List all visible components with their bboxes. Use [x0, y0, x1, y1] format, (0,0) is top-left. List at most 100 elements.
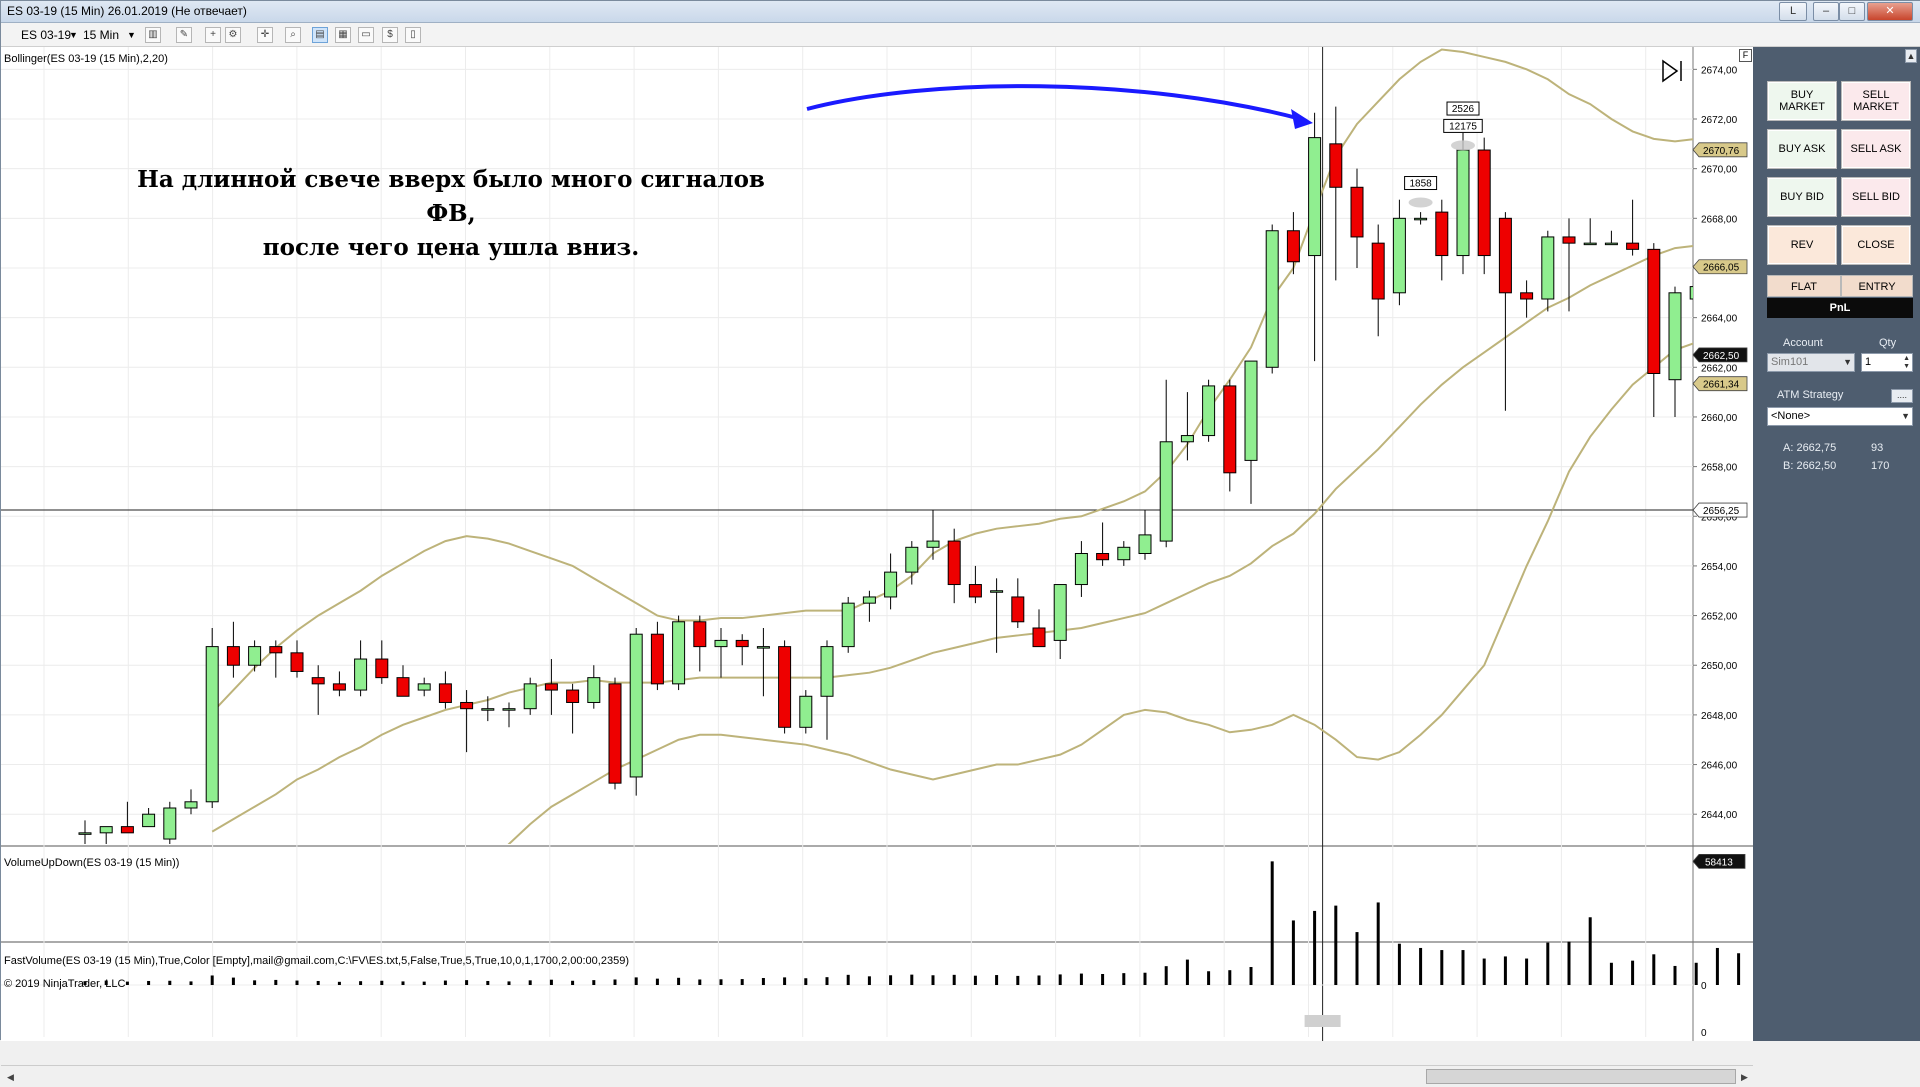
- template-icon[interactable]: ▯: [405, 27, 421, 43]
- fv-label-text: 2526: [1452, 104, 1475, 115]
- draw-tool-icon[interactable]: ✎: [176, 27, 192, 43]
- chevron-down-icon: ▼: [69, 30, 78, 40]
- volume-bar: [1164, 966, 1168, 985]
- candle-down: [1329, 143, 1343, 188]
- sell-market-button[interactable]: SELL MARKET: [1841, 81, 1911, 121]
- volume-bar: [1016, 975, 1020, 985]
- volume-bar: [783, 977, 787, 985]
- strategy-icon[interactable]: ⚙: [225, 27, 241, 43]
- candle-down: [226, 646, 240, 666]
- volume-bar: [825, 977, 829, 985]
- horizontal-scrollbar[interactable]: ◀ ▶: [1, 1065, 1753, 1087]
- maximize-button[interactable]: □: [1839, 2, 1865, 21]
- data-box-icon[interactable]: ▦: [335, 27, 351, 43]
- price-tick-label: 2672,00: [1701, 115, 1738, 126]
- volume-bar: [1079, 973, 1083, 985]
- volume-bar: [147, 980, 151, 985]
- close-position-button[interactable]: CLOSE: [1841, 225, 1911, 265]
- price-tick-label: 2646,00: [1701, 761, 1738, 772]
- crosshair-icon[interactable]: ✛: [257, 27, 273, 43]
- link-button[interactable]: L: [1779, 2, 1807, 21]
- add-indicator-icon[interactable]: +: [205, 27, 221, 43]
- scroll-right-icon[interactable]: ▶: [1741, 1072, 1748, 1083]
- volume-bar: [698, 979, 702, 985]
- fv-signal-marker: [1451, 140, 1475, 151]
- volume-bar: [910, 974, 914, 985]
- volume-bar: [1609, 962, 1613, 985]
- buy-bid-button[interactable]: BUY BID: [1767, 177, 1837, 217]
- candle-down: [968, 584, 982, 598]
- candle-down: [1435, 211, 1449, 257]
- close-window-button[interactable]: ✕: [1867, 2, 1913, 21]
- atm-strategy-label: ATM Strategy: [1777, 389, 1844, 401]
- minimize-button[interactable]: –: [1813, 2, 1839, 21]
- account-select[interactable]: Sim101 ▼: [1767, 353, 1855, 372]
- scrollbar-thumb[interactable]: [1426, 1069, 1736, 1084]
- price-tick-label: 2644,00: [1701, 810, 1738, 821]
- volume-bar: [486, 980, 490, 985]
- volume-bar: [401, 981, 405, 985]
- volume-bar: [1652, 954, 1656, 985]
- volume-bar: [295, 980, 299, 985]
- candle-down: [735, 639, 749, 648]
- candle-down: [1350, 186, 1364, 238]
- chart-toolbar: ES 03-19 ▼ 15 Min ▼ ▥ ✎ + ⚙ ✛ ⌕ ▤ ▦ ▭ $ …: [1, 23, 1920, 47]
- volume-bar: [380, 980, 384, 985]
- volume-bar: [973, 975, 977, 985]
- sell-ask-button[interactable]: SELL ASK: [1841, 129, 1911, 169]
- price-tick-label: 2654,00: [1701, 562, 1738, 573]
- stepper-arrows-icon[interactable]: ▲ ▼: [1903, 355, 1910, 371]
- quantity-stepper[interactable]: 1 ▲ ▼: [1861, 353, 1913, 372]
- buy-ask-button[interactable]: BUY ASK: [1767, 129, 1837, 169]
- crosshair-time-badge: [1304, 1015, 1341, 1027]
- tab-flat[interactable]: FLAT: [1767, 275, 1841, 297]
- candle-up: [502, 708, 516, 711]
- collapse-icon[interactable]: ▲: [1905, 49, 1917, 63]
- volume-bar: [634, 977, 638, 985]
- properties-icon[interactable]: ▭: [358, 27, 374, 43]
- candle-up: [862, 596, 876, 604]
- price-tick-label: 2674,00: [1701, 65, 1738, 76]
- interval-selector[interactable]: 15 Min: [83, 27, 119, 43]
- candle-down: [1626, 242, 1640, 250]
- volume-bar: [1440, 950, 1444, 985]
- sell-bid-button[interactable]: SELL BID: [1841, 177, 1911, 217]
- volume-bar: [677, 977, 681, 985]
- candle-up: [1583, 242, 1597, 246]
- atm-more-button[interactable]: ....: [1891, 389, 1913, 403]
- reverse-button[interactable]: REV: [1767, 225, 1837, 265]
- fv-label-text: 1858: [1409, 179, 1432, 190]
- bollinger-lower-line: [507, 342, 1693, 844]
- f-marker[interactable]: F: [1739, 49, 1752, 62]
- instrument-selector[interactable]: ES 03-19: [21, 27, 71, 43]
- volume-bar: [1567, 941, 1571, 985]
- candle-up: [629, 633, 643, 778]
- chart-trader-icon[interactable]: ▤: [312, 27, 328, 43]
- candle-down: [778, 646, 792, 728]
- volume-bar: [1185, 959, 1189, 985]
- candle-up: [1689, 286, 1693, 300]
- chart-annotation: На длинной свече вверх было много сигнал…: [121, 163, 781, 265]
- fv-label-text: 12175: [1449, 121, 1477, 132]
- scroll-left-icon[interactable]: ◀: [7, 1072, 14, 1083]
- chart-area[interactable]: 05:0006:0007:0008:0009:0010:0011:0012:00…: [1, 47, 1753, 1087]
- volume-bar: [1122, 973, 1126, 985]
- volume-badge-label: 58413: [1705, 857, 1733, 868]
- dollar-icon[interactable]: $: [382, 27, 398, 43]
- tab-entry[interactable]: ENTRY: [1841, 275, 1913, 297]
- zoom-icon[interactable]: ⌕: [285, 27, 301, 43]
- volume-bar: [1207, 971, 1211, 985]
- volume-bar: [1270, 861, 1274, 985]
- candle-up: [523, 683, 537, 710]
- volume-bar: [1694, 962, 1698, 985]
- buy-market-button[interactable]: BUY MARKET: [1767, 81, 1837, 121]
- title-bar[interactable]: ES 03-19 (15 Min) 26.01.2019 (Не отвечае…: [1, 1, 1920, 23]
- price-tick-label: 2658,00: [1701, 463, 1738, 474]
- volume-bar: [931, 975, 935, 985]
- volume-bar: [1037, 975, 1041, 985]
- atm-strategy-select[interactable]: <None> ▼: [1767, 407, 1913, 426]
- bar-type-icon[interactable]: ▥: [145, 27, 161, 43]
- volume-bar: [210, 975, 214, 985]
- volume-bar: [1376, 902, 1380, 985]
- volume-bar: [1631, 960, 1635, 985]
